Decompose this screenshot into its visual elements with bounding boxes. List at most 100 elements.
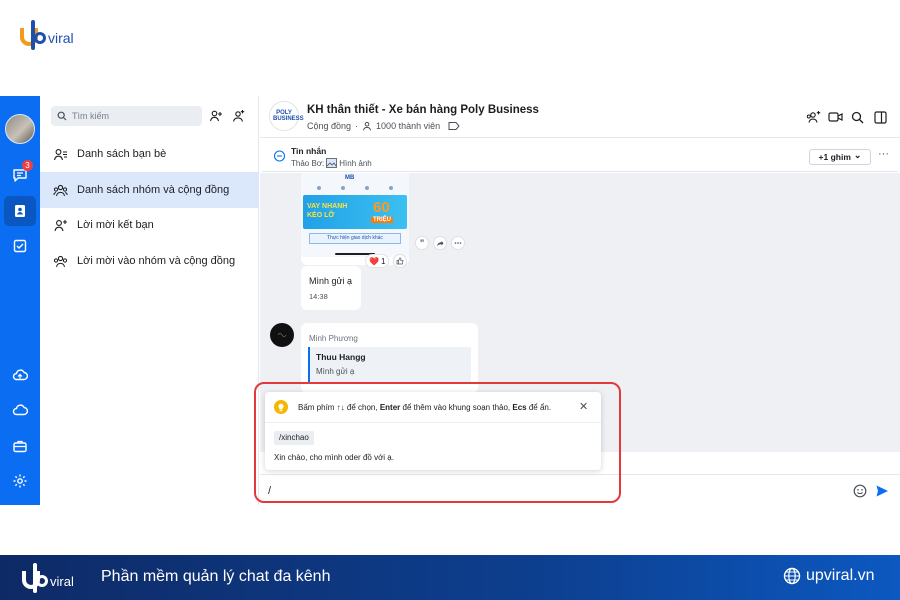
nav-rail: 3 [0, 96, 40, 505]
separator: · [355, 121, 359, 131]
user-add-icon [54, 219, 67, 231]
group-avatar[interactable]: POLY BUSINESS [269, 101, 304, 131]
group-invite-icon [53, 255, 68, 267]
chat-type: Cộng đồng [307, 121, 352, 131]
more-options-icon[interactable]: ··· [878, 148, 889, 160]
brand-logo: viral [20, 18, 74, 50]
chat-icon[interactable]: 3 [4, 160, 36, 190]
logo-text: viral [48, 30, 74, 46]
footer-site[interactable]: upviral.vn [783, 567, 874, 585]
hint-suffix: để ẩn. [526, 403, 552, 412]
image-icon [326, 158, 338, 168]
pinned-preview: Thảo Bơ: Hình ảnh [291, 158, 372, 168]
user-list-icon [53, 148, 67, 160]
search-box [51, 106, 202, 126]
ad-line-2: KÉO LỠ [307, 212, 335, 219]
add-friend-icon[interactable] [208, 108, 224, 124]
footer-tagline: Phần mềm quản lý chat đa kênh [101, 568, 331, 585]
quote-mark: ” [419, 238, 425, 248]
contacts-panel: Danh sách bạn bè Danh sách nhóm và cộng … [40, 96, 259, 505]
search-input[interactable] [72, 111, 192, 121]
page: viral 3 Tìm kiếm Danh sách bạn bè Danh s… [0, 0, 900, 600]
footer-banner: viral Phần mềm quản lý chat đa kênh upvi… [0, 555, 900, 600]
unread-badge: 3 [22, 160, 33, 171]
quoted-author: Thuu Hangg [316, 352, 366, 362]
create-group-icon[interactable] [230, 108, 246, 124]
ad-button: Thực hiện giao dịch khác [309, 233, 401, 244]
quote-icon[interactable]: ” [415, 236, 429, 250]
reaction-count: 1 [380, 256, 386, 266]
menu-group-list[interactable]: Danh sách nhóm và cộng đồng [40, 172, 259, 208]
quoted-text: Mình gửi ạ [316, 367, 355, 376]
ad-amount: 60 [373, 199, 390, 216]
bank-logo: MB [345, 175, 355, 181]
hint-prefix: Bấm phím ↑↓ để chọn, [298, 403, 380, 412]
menu-item-label: Lời mời kết bạn [77, 219, 154, 231]
chat-title: KH thân thiết - Xe bán hàng Poly Busines… [307, 104, 539, 116]
menu-item-label: Danh sách bạn bè [77, 148, 167, 160]
menu-friend-list[interactable]: Danh sách bạn bè [40, 136, 259, 172]
sidebar-toggle-icon[interactable] [872, 109, 888, 125]
todo-icon[interactable] [4, 231, 36, 261]
cloud-icon[interactable] [4, 395, 36, 425]
menu-item-label: Danh sách nhóm và cộng đồng [77, 184, 230, 196]
close-icon[interactable]: ✕ [579, 400, 588, 413]
pinned-sender: Thảo Bơ: [291, 158, 325, 168]
contacts-icon[interactable] [4, 196, 36, 226]
keyboard-hint: Bấm phím ↑↓ để chọn, Enter để thêm vào k… [298, 403, 551, 412]
menu-group-invites[interactable]: Lời mời vào nhóm và cộng đồng [40, 243, 259, 279]
member-count[interactable]: 1000 thành viên [376, 121, 440, 131]
like-icon[interactable] [393, 254, 407, 268]
message-time: 14:38 [309, 292, 328, 301]
chevron-down-icon: ⌄ [853, 149, 862, 160]
hint-row: Bấm phím ↑↓ để chọn, Enter để thêm vào k… [265, 392, 601, 423]
image-message[interactable]: MB VAY NHANH KÉO LỠ 60 TRIỆU Thực hiện g… [301, 173, 409, 265]
settings-icon[interactable] [4, 466, 36, 496]
hint-esc-key: Ecs [512, 403, 527, 412]
cloud-sync-icon[interactable] [4, 360, 36, 390]
pinned-more-button[interactable]: +1 ghim ⌄ [809, 149, 871, 165]
video-call-icon[interactable] [827, 109, 843, 125]
ad-banner: VAY NHANH KÉO LỠ 60 TRIỆU [303, 195, 407, 229]
message-composer [260, 474, 900, 505]
members-icon [363, 121, 372, 131]
add-member-icon[interactable] [805, 109, 821, 125]
quoted-message[interactable]: Thuu Hangg Mình gửi ạ [308, 347, 471, 382]
search-icon [57, 111, 67, 121]
message-input[interactable] [268, 483, 828, 499]
heart-icon: ❤️ [369, 256, 379, 266]
chat-header: POLY BUSINESS KH thân thiết - Xe bán hàn… [260, 96, 900, 138]
logo-mark-icon [20, 18, 46, 50]
pinned-message-bar[interactable]: Tin nhắn Thảo Bơ: Hình ảnh +1 ghim ⌄ ··· [262, 142, 898, 172]
menu-friend-requests[interactable]: Lời mời kết bạn [40, 207, 259, 243]
share-icon[interactable] [433, 236, 447, 250]
briefcase-icon[interactable] [4, 431, 36, 461]
group-icon [53, 184, 68, 196]
send-icon[interactable] [874, 483, 890, 499]
tag-icon[interactable] [448, 121, 460, 131]
text-message[interactable]: Mình gửi ạ 14:38 [301, 266, 361, 310]
message-more-icon[interactable] [451, 236, 465, 250]
ad-unit: TRIỆU [371, 217, 393, 223]
footer-site-text: upviral.vn [806, 567, 875, 584]
message-icon [273, 150, 286, 162]
shortcut-text[interactable]: Xin chào, cho mình oder đồ với ạ. [274, 453, 394, 462]
quick-message-popup: Bấm phím ↑↓ để chọn, Enter để thêm vào k… [265, 392, 601, 470]
shortcut-tag[interactable]: /xinchao [274, 431, 314, 445]
emoji-icon[interactable] [852, 483, 868, 499]
app-toolbar-icons [317, 186, 393, 190]
menu-item-label: Lời mời vào nhóm và cộng đồng [77, 255, 236, 267]
search-icon[interactable] [849, 109, 865, 125]
footer-logo: viral [22, 561, 74, 593]
footer-logo-mark-icon [22, 561, 48, 593]
hint-middle: để thêm vào khung soạn thảo, [400, 403, 513, 412]
ad-image: MB VAY NHANH KÉO LỠ 60 TRIỆU Thực hiện g… [301, 173, 409, 257]
chat-subtitle: Cộng đồng · 1000 thành viên [307, 121, 460, 131]
group-avatar-text: POLY BUSINESS [273, 110, 304, 122]
message-text: Mình gửi ạ [309, 276, 353, 286]
reply-message[interactable]: Minh Phương Thuu Hangg Mình gửi ạ [301, 323, 478, 393]
footer-logo-text: viral [50, 573, 74, 589]
user-avatar[interactable] [5, 114, 35, 144]
reaction-heart[interactable]: ❤️ 1 [365, 254, 390, 268]
sender-avatar[interactable] [270, 323, 294, 347]
